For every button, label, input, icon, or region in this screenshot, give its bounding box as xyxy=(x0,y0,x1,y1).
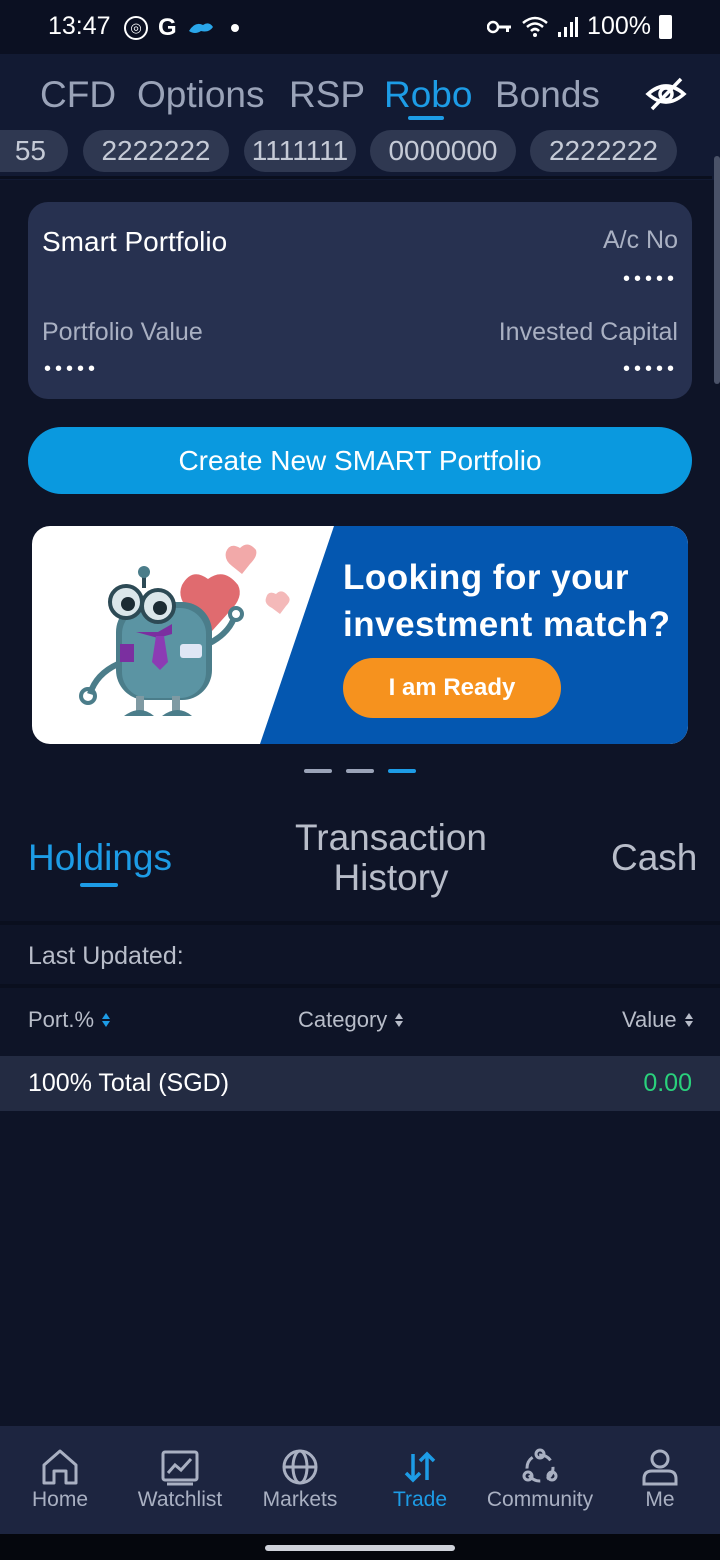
account-chip[interactable]: 2222222 xyxy=(530,130,677,172)
column-port-label: Port.% xyxy=(28,1007,95,1032)
battery-percent: 100% xyxy=(587,12,651,40)
nav-community-label: Community xyxy=(486,1488,594,1511)
home-icon xyxy=(42,1449,78,1485)
nav-me-label: Me xyxy=(645,1488,675,1511)
tab-robo[interactable]: Robo xyxy=(384,74,472,116)
sort-icon xyxy=(684,1013,693,1027)
section-divider xyxy=(0,921,720,925)
nav-trade-label: Trade xyxy=(392,1488,448,1511)
portfolio-card[interactable]: Smart Portfolio A/c No ••••• Portfolio V… xyxy=(28,202,692,399)
invested-capital-masked: ••••• xyxy=(622,358,678,380)
banner-line-1: Looking for your xyxy=(343,558,630,597)
nav-markets[interactable]: Markets xyxy=(240,1426,360,1534)
status-notification-icons: ◎ G xyxy=(124,14,239,42)
tab-options[interactable]: Options xyxy=(137,74,265,116)
nav-home[interactable]: Home xyxy=(0,1426,120,1534)
active-tab-indicator xyxy=(408,116,444,120)
more-notifications-icon xyxy=(230,24,239,32)
vpn-key-icon xyxy=(487,20,512,33)
account-chip-row: 55 2222222 1111111 0000000 2222222 xyxy=(0,128,720,174)
globe-icon xyxy=(282,1449,318,1485)
community-icon xyxy=(522,1448,558,1483)
sort-icon xyxy=(395,1013,404,1027)
account-chip[interactable]: 0000000 xyxy=(370,130,516,172)
status-bar: 13:47 ◎ G 100% xyxy=(0,0,720,54)
portfolio-value-label: Portfolio Value xyxy=(42,318,203,346)
scrollbar[interactable] xyxy=(714,156,720,384)
column-port-percent[interactable]: Port.% xyxy=(28,1007,111,1033)
tab-cfd[interactable]: CFD xyxy=(40,74,116,116)
tab-rsp[interactable]: RSP xyxy=(289,74,365,116)
banner-headline: Looking for your investment match? xyxy=(343,554,670,648)
nav-markets-label: Markets xyxy=(262,1488,338,1511)
portfolio-title: Smart Portfolio xyxy=(42,226,228,257)
account-chip[interactable]: 55 xyxy=(0,130,68,172)
robot-mascot-icon xyxy=(79,544,290,716)
carousel-dot[interactable] xyxy=(304,769,332,773)
account-chip[interactable]: 1111111 xyxy=(244,130,356,172)
header-divider xyxy=(0,176,712,179)
nav-community[interactable]: Community xyxy=(480,1426,600,1534)
tab-transaction-line-2: History xyxy=(333,857,449,898)
tab-transaction-history[interactable]: Transaction History xyxy=(291,818,491,898)
status-time: 13:47 xyxy=(48,12,111,40)
last-updated-label: Last Updated: xyxy=(28,942,184,970)
total-row: 100% Total (SGD) 0.00 xyxy=(0,1056,720,1111)
invested-capital-label: Invested Capital xyxy=(498,318,678,346)
tab-cash[interactable]: Cash xyxy=(611,838,697,878)
tab-holdings[interactable]: Holdings xyxy=(28,838,172,878)
i-am-ready-button[interactable]: I am Ready xyxy=(343,658,561,718)
column-value-label: Value xyxy=(622,1007,677,1032)
create-portfolio-button[interactable]: Create New SMART Portfolio xyxy=(28,427,692,494)
account-number-masked: ••••• xyxy=(622,268,678,290)
banner-line-2: investment match? xyxy=(343,605,671,644)
tab-bonds[interactable]: Bonds xyxy=(495,74,600,116)
nav-home-label: Home xyxy=(31,1488,89,1511)
battery-icon xyxy=(659,14,672,39)
column-value[interactable]: Value xyxy=(622,1007,693,1033)
account-chip[interactable]: 2222222 xyxy=(83,130,229,172)
total-value: 0.00 xyxy=(643,1069,692,1097)
aperture-icon: ◎ xyxy=(124,16,148,40)
holdings-tab-indicator xyxy=(80,883,118,887)
person-icon xyxy=(642,1449,678,1486)
eye-off-icon[interactable] xyxy=(645,76,687,112)
sort-icon xyxy=(102,1013,111,1027)
nav-watchlist-label: Watchlist xyxy=(137,1488,223,1511)
total-label: 100% Total (SGD) xyxy=(28,1069,230,1097)
section-divider xyxy=(0,984,720,988)
portfolio-value-masked: ••••• xyxy=(44,358,100,380)
tab-transaction-line-1: Transaction xyxy=(295,817,487,858)
wifi-icon xyxy=(522,16,548,37)
nav-watchlist[interactable]: Watchlist xyxy=(120,1426,240,1534)
account-number-label: A/c No xyxy=(602,226,678,254)
nav-me[interactable]: Me xyxy=(600,1426,720,1534)
cloud-icon xyxy=(188,23,213,33)
column-category[interactable]: Category xyxy=(298,1007,404,1033)
status-system-icons: 100% xyxy=(487,12,672,41)
carousel-dot[interactable] xyxy=(346,769,374,773)
chart-icon xyxy=(161,1450,199,1486)
nav-trade[interactable]: Trade xyxy=(360,1426,480,1534)
carousel-dot-active[interactable] xyxy=(388,769,416,773)
google-icon: G xyxy=(158,14,177,41)
bottom-nav: Home Watchlist Markets Trade Community M… xyxy=(0,1426,720,1534)
signal-icon xyxy=(558,16,579,37)
trade-arrows-icon xyxy=(404,1451,436,1483)
promo-banner[interactable]: Looking for your investment match? I am … xyxy=(32,526,688,744)
product-tabs-header: CFD Options RSP Robo Bonds 55 2222222 11… xyxy=(0,54,720,180)
column-category-label: Category xyxy=(298,1007,388,1032)
gesture-bar xyxy=(0,1534,720,1560)
home-gesture-handle[interactable] xyxy=(265,1545,455,1551)
